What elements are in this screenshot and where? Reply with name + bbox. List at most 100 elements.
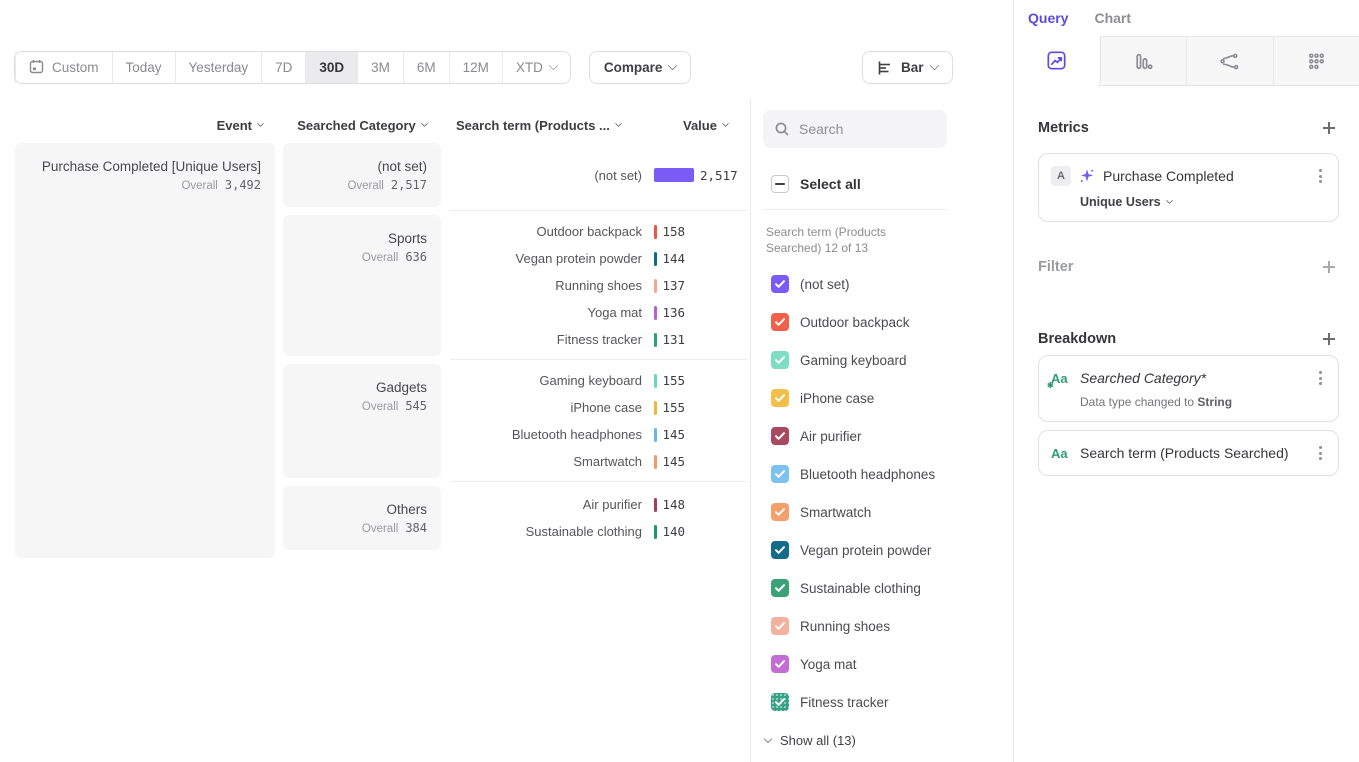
add-filter-button[interactable]	[1321, 259, 1337, 275]
term-row[interactable]: Yoga mat 136	[450, 299, 747, 326]
date-range-button[interactable]: 3M	[357, 52, 403, 83]
date-range-button[interactable]: XTD	[502, 52, 570, 83]
date-range-label: Custom	[52, 60, 99, 75]
column-header-event[interactable]: Event	[15, 118, 275, 133]
value-bar[interactable]	[654, 252, 657, 266]
date-range-button[interactable]: 6M	[403, 52, 449, 83]
value-bar[interactable]	[654, 279, 657, 293]
column-header-search-term[interactable]: Search term (Products ...	[450, 118, 621, 133]
date-range-button[interactable]: Yesterday	[175, 52, 262, 83]
term-row[interactable]: iPhone case 155	[450, 394, 747, 421]
header-label: Search term (Products ...	[456, 118, 610, 133]
kebab-menu-icon[interactable]	[1315, 443, 1326, 463]
segment-checkbox-checked[interactable]	[771, 427, 789, 445]
search-input[interactable]	[799, 121, 929, 137]
breakdown-card[interactable]: Aa✱ Searched Category* Data type changed…	[1038, 355, 1339, 422]
value-bar[interactable]	[654, 374, 657, 388]
add-metric-button[interactable]	[1321, 120, 1337, 136]
value-bar[interactable]	[654, 333, 657, 347]
add-breakdown-button[interactable]	[1321, 331, 1337, 347]
term-row[interactable]: Air purifier 148	[450, 491, 747, 518]
retention-dots-icon	[1306, 51, 1327, 72]
term-row[interactable]: Fitness tracker 131	[450, 326, 747, 353]
panel-tab[interactable]: Chart	[1094, 10, 1131, 36]
value-bar[interactable]	[654, 168, 694, 182]
report-tab-flows[interactable]	[1186, 36, 1273, 85]
select-all-row[interactable]: Select all	[771, 175, 1013, 193]
value-bar[interactable]	[654, 401, 657, 415]
segment-checkbox-checked[interactable]	[771, 541, 789, 559]
term-row[interactable]: Gaming keyboard 155	[450, 367, 747, 394]
category-cell[interactable]: Gadgets Overall545	[283, 364, 441, 478]
date-range-toolbar: Custom Today	[14, 51, 691, 84]
breakdown-card[interactable]: Aa Search term (Products Searched)	[1038, 430, 1339, 476]
segment-row[interactable]: Sustainable clothing	[751, 569, 1013, 607]
date-range-button[interactable]: 7D	[261, 52, 305, 83]
date-range-button[interactable]: Custom	[15, 52, 112, 83]
date-range-button[interactable]: 12M	[449, 52, 502, 83]
segment-checkbox-checked[interactable]	[771, 617, 789, 635]
category-cell[interactable]: Sports Overall636	[283, 215, 441, 356]
segment-checkbox-checked[interactable]	[771, 693, 789, 711]
measure-selector[interactable]: Unique Users	[1080, 195, 1326, 209]
metric-card[interactable]: A Purchase Completed Unique Users	[1038, 153, 1339, 222]
breakdown-section-header: Breakdown	[1014, 331, 1359, 347]
segment-checkbox-checked[interactable]	[771, 465, 789, 483]
category-groups: (not set) Overall2,517 (not set) 2,517	[283, 143, 747, 558]
kebab-menu-icon[interactable]	[1315, 368, 1326, 388]
segment-row[interactable]: Gaming keyboard	[751, 341, 1013, 379]
report-tab-funnels[interactable]	[1101, 36, 1187, 85]
term-row[interactable]: Running shoes 137	[450, 272, 747, 299]
term-row[interactable]: Sustainable clothing 140	[450, 518, 747, 545]
segment-row[interactable]: Smartwatch	[751, 493, 1013, 531]
report-tab-insights[interactable]	[1014, 36, 1101, 86]
category-cell[interactable]: Others Overall384	[283, 486, 441, 550]
segment-search[interactable]	[763, 110, 947, 148]
value-bar[interactable]	[654, 306, 657, 320]
column-header-value[interactable]: Value	[668, 115, 728, 135]
segment-checkbox-checked[interactable]	[771, 655, 789, 673]
segment-checkbox-checked[interactable]	[771, 389, 789, 407]
segment-row[interactable]: Fitness tracker	[751, 683, 1013, 721]
term-row[interactable]: Vegan protein powder 144	[450, 245, 747, 272]
segment-row[interactable]: iPhone case	[751, 379, 1013, 417]
value-bar[interactable]	[654, 428, 657, 442]
kebab-menu-icon[interactable]	[1315, 166, 1326, 186]
segment-row[interactable]: Air purifier	[751, 417, 1013, 455]
segment-checkbox-checked[interactable]	[771, 351, 789, 369]
funnels-bars-icon	[1133, 51, 1154, 72]
segment-row[interactable]: (not set)	[751, 265, 1013, 303]
compare-button[interactable]: Compare	[589, 51, 692, 84]
report-tab-retention[interactable]	[1273, 36, 1359, 85]
select-all-label: Select all	[800, 176, 861, 192]
column-header-searched-category[interactable]: Searched Category	[283, 118, 441, 133]
segment-checkbox-checked[interactable]	[771, 503, 789, 521]
checkmark-icon	[774, 316, 786, 328]
value-bar[interactable]	[654, 455, 657, 469]
term-row[interactable]: (not set) 2,517	[450, 162, 747, 189]
event-cell[interactable]: Purchase Completed [Unique Users] Overal…	[15, 143, 275, 558]
term-row[interactable]: Smartwatch 145	[450, 448, 747, 475]
chart-type-dropdown[interactable]: Bar	[862, 51, 953, 84]
segment-row[interactable]: Vegan protein powder	[751, 531, 1013, 569]
category-overall: Overall384	[283, 521, 427, 535]
segment-checkbox-checked[interactable]	[771, 579, 789, 597]
value-bar[interactable]	[654, 225, 657, 239]
term-row[interactable]: Outdoor backpack 158	[450, 218, 747, 245]
panel-tab[interactable]: Query	[1028, 10, 1068, 36]
segment-checkbox-checked[interactable]	[771, 313, 789, 331]
term-rows: (not set) 2,517	[450, 143, 747, 207]
segment-checkbox-checked[interactable]	[771, 275, 789, 293]
segment-row[interactable]: Outdoor backpack	[751, 303, 1013, 341]
segment-row[interactable]: Yoga mat	[751, 645, 1013, 683]
date-range-button[interactable]: 30D	[305, 52, 357, 83]
value-bar[interactable]	[654, 525, 657, 539]
select-all-checkbox-indeterminate[interactable]	[771, 175, 789, 193]
show-all-toggle[interactable]: Show all (13)	[751, 723, 1013, 757]
segment-row[interactable]: Running shoes	[751, 607, 1013, 645]
category-cell[interactable]: (not set) Overall2,517	[283, 143, 441, 207]
term-row[interactable]: Bluetooth headphones 145	[450, 421, 747, 448]
date-range-button[interactable]: Today	[112, 52, 175, 83]
segment-row[interactable]: Bluetooth headphones	[751, 455, 1013, 493]
value-bar[interactable]	[654, 498, 657, 512]
